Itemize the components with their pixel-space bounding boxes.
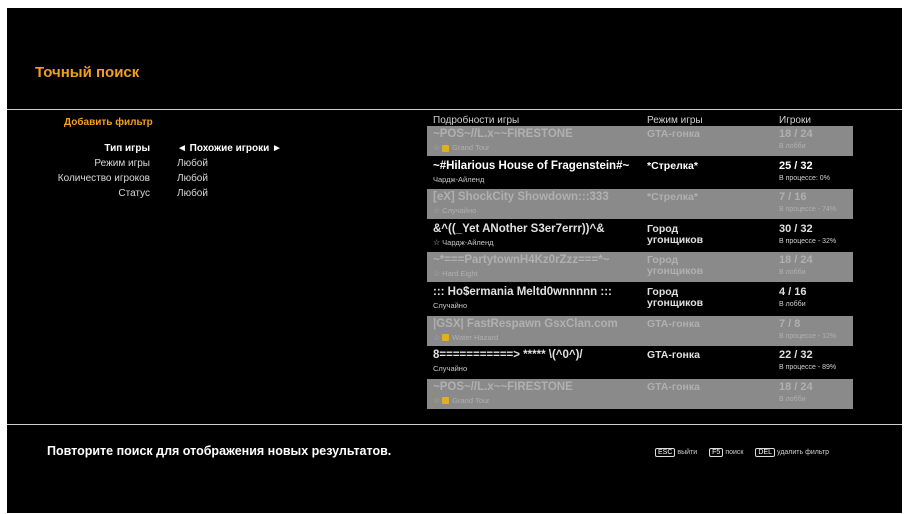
server-row[interactable]: ~*===PartytownH4Kz0rZzz===*~ ☆ Hard Eight… bbox=[427, 252, 853, 283]
del-key: DEL bbox=[755, 448, 776, 457]
game-mode: GTA-гонка bbox=[647, 349, 700, 362]
server-name: [eX] ShockCity Showdown:::333 bbox=[433, 191, 609, 204]
server-status: В лобби bbox=[779, 300, 806, 308]
server-map: Случайно bbox=[442, 206, 477, 216]
filter-value: Любой bbox=[177, 158, 208, 169]
server-name: 8===========> ***** \(^0^)/ bbox=[433, 349, 583, 362]
server-map: Случайно bbox=[433, 364, 468, 374]
player-count: 4 / 16 bbox=[779, 285, 807, 298]
player-count: 18 / 24 bbox=[779, 128, 813, 140]
server-map: Чардж-Айленд bbox=[433, 174, 485, 184]
filter-value: Любой bbox=[177, 173, 208, 184]
filter-row-status[interactable]: Статус Любой bbox=[7, 188, 307, 200]
game-mode: Город угонщиков bbox=[647, 222, 704, 246]
server-status: В процессе - 12% bbox=[779, 332, 837, 340]
server-name: ~POS~//L.x~~FIRESTONE bbox=[433, 128, 573, 140]
hint-label: выйти bbox=[677, 449, 698, 456]
star-icon: ☆ bbox=[433, 269, 441, 279]
game-mode: *Стрелка* bbox=[647, 191, 698, 204]
player-count: 30 / 32 bbox=[779, 222, 813, 235]
server-name: ~POS~//L.x~~FIRESTONE bbox=[433, 380, 573, 393]
game-mode: GTA-гонка bbox=[647, 380, 700, 393]
hint-delete-filter[interactable]: DEL удалить фильтр bbox=[755, 448, 830, 457]
server-map: Случайно bbox=[433, 300, 468, 310]
game-mode: GTA-гонка bbox=[647, 128, 700, 140]
hint-label: удалить фильтр bbox=[777, 449, 830, 456]
player-count: 7 / 8 bbox=[779, 317, 801, 330]
star-icon: ☆ bbox=[433, 332, 441, 342]
key-hints: ESC выйти F5 поиск DEL удалить фильтр bbox=[655, 448, 839, 457]
star-icon: ☆ bbox=[433, 237, 441, 247]
star-icon: ☆ bbox=[433, 395, 441, 405]
server-row[interactable]: ::: Ho$ermania Meltd0wnnnnn ::: Случайно… bbox=[427, 284, 853, 314]
server-row[interactable]: ~POS~//L.x~~FIRESTONE ☆ Grand Tour GTA-го… bbox=[427, 126, 853, 156]
player-count: 18 / 24 bbox=[779, 380, 813, 393]
game-screen: Точный поиск Добавить фильтр Тип игры ◄ … bbox=[7, 8, 902, 513]
server-status: В лобби bbox=[779, 143, 806, 150]
server-name: ~*===PartytownH4Kz0rZzz===*~ bbox=[433, 254, 610, 267]
footer-message: Повторите поиск для отображения новых ре… bbox=[47, 444, 392, 458]
hint-search[interactable]: F5 поиск bbox=[709, 448, 744, 457]
server-name: |GSX| FastRespawn GsxClan.com bbox=[433, 317, 618, 330]
column-header-details: Подробности игры bbox=[433, 115, 520, 126]
esc-key: ESC bbox=[655, 448, 676, 457]
server-row[interactable]: 8===========> ***** \(^0^)/ Случайно GTA… bbox=[427, 347, 853, 377]
page-title: Точный поиск bbox=[35, 64, 140, 81]
footer-divider bbox=[7, 424, 902, 425]
column-header-players: Игроки bbox=[779, 115, 811, 126]
server-map: Чардж-Айленд bbox=[442, 237, 494, 247]
game-mode: *Стрелка* bbox=[647, 159, 698, 172]
lock-icon bbox=[442, 397, 450, 405]
header-divider bbox=[7, 109, 902, 110]
filter-label: Статус bbox=[118, 188, 150, 199]
lock-icon bbox=[442, 334, 450, 342]
server-list: ~POS~//L.x~~FIRESTONE ☆ Grand Tour GTA-го… bbox=[427, 126, 853, 410]
server-status: В процессе - 89% bbox=[779, 364, 837, 372]
f5-key: F5 bbox=[709, 448, 724, 457]
server-status: В лобби bbox=[779, 269, 806, 277]
filter-label: Количество игроков bbox=[57, 173, 150, 184]
server-status: В лобби bbox=[779, 395, 806, 403]
server-map: Grand Tour bbox=[452, 143, 490, 152]
hint-label: поиск bbox=[725, 449, 744, 456]
server-map: Water Hazard bbox=[452, 332, 499, 342]
server-map: Hard Eight bbox=[442, 269, 478, 279]
server-status: В процессе - 74% bbox=[779, 206, 837, 214]
server-map: Grand Tour bbox=[452, 395, 490, 405]
server-status: В процессе: 0% bbox=[779, 174, 830, 182]
game-mode: GTA-гонка bbox=[647, 317, 700, 330]
filter-label: Тип игры bbox=[104, 143, 150, 154]
player-count: 22 / 32 bbox=[779, 349, 813, 362]
server-row-selected[interactable]: ~#Hilarious House of Fragenstein#~ Чардж… bbox=[427, 158, 853, 188]
filter-row-player-count[interactable]: Количество игроков Любой bbox=[7, 173, 307, 185]
filter-row-game-mode[interactable]: Режим игры Любой bbox=[7, 158, 307, 170]
server-row[interactable]: |GSX| FastRespawn GsxClan.com ☆ Water Haz… bbox=[427, 315, 853, 346]
star-icon: ☆ bbox=[433, 206, 441, 216]
server-name: ::: Ho$ermania Meltd0wnnnnn ::: bbox=[433, 285, 612, 298]
star-icon: ☆ bbox=[433, 143, 441, 152]
player-count: 18 / 24 bbox=[779, 254, 813, 267]
filter-value: Любой bbox=[177, 188, 208, 199]
server-status: В процессе - 32% bbox=[779, 237, 837, 245]
filter-label: Режим игры bbox=[94, 158, 150, 169]
player-count: 7 / 16 bbox=[779, 191, 807, 204]
player-count: 25 / 32 bbox=[779, 159, 813, 172]
filter-value-selector[interactable]: ◄ Похожие игроки ► bbox=[177, 143, 282, 154]
add-filter-button[interactable]: Добавить фильтр bbox=[64, 117, 153, 128]
game-mode: Город угонщиков bbox=[647, 285, 704, 309]
hint-exit[interactable]: ESC выйти bbox=[655, 448, 698, 457]
game-mode: Город угонщиков bbox=[647, 254, 704, 278]
filter-row-game-type[interactable]: Тип игры ◄ Похожие игроки ► bbox=[7, 143, 307, 155]
server-row[interactable]: ~POS~//L.x~~FIRESTONE ☆ Grand Tour GTA-го… bbox=[427, 378, 853, 409]
server-name: &^((_Yet ANother S3er7errr))^& bbox=[433, 222, 605, 235]
server-row[interactable]: &^((_Yet ANother S3er7errr))^& ☆ Чардж-Ай… bbox=[427, 221, 853, 251]
lock-icon bbox=[442, 144, 450, 152]
server-name: ~#Hilarious House of Fragenstein#~ bbox=[433, 159, 630, 172]
column-header-mode: Режим игры bbox=[647, 115, 703, 126]
server-row[interactable]: [eX] ShockCity Showdown:::333 ☆ Случайно … bbox=[427, 189, 853, 220]
